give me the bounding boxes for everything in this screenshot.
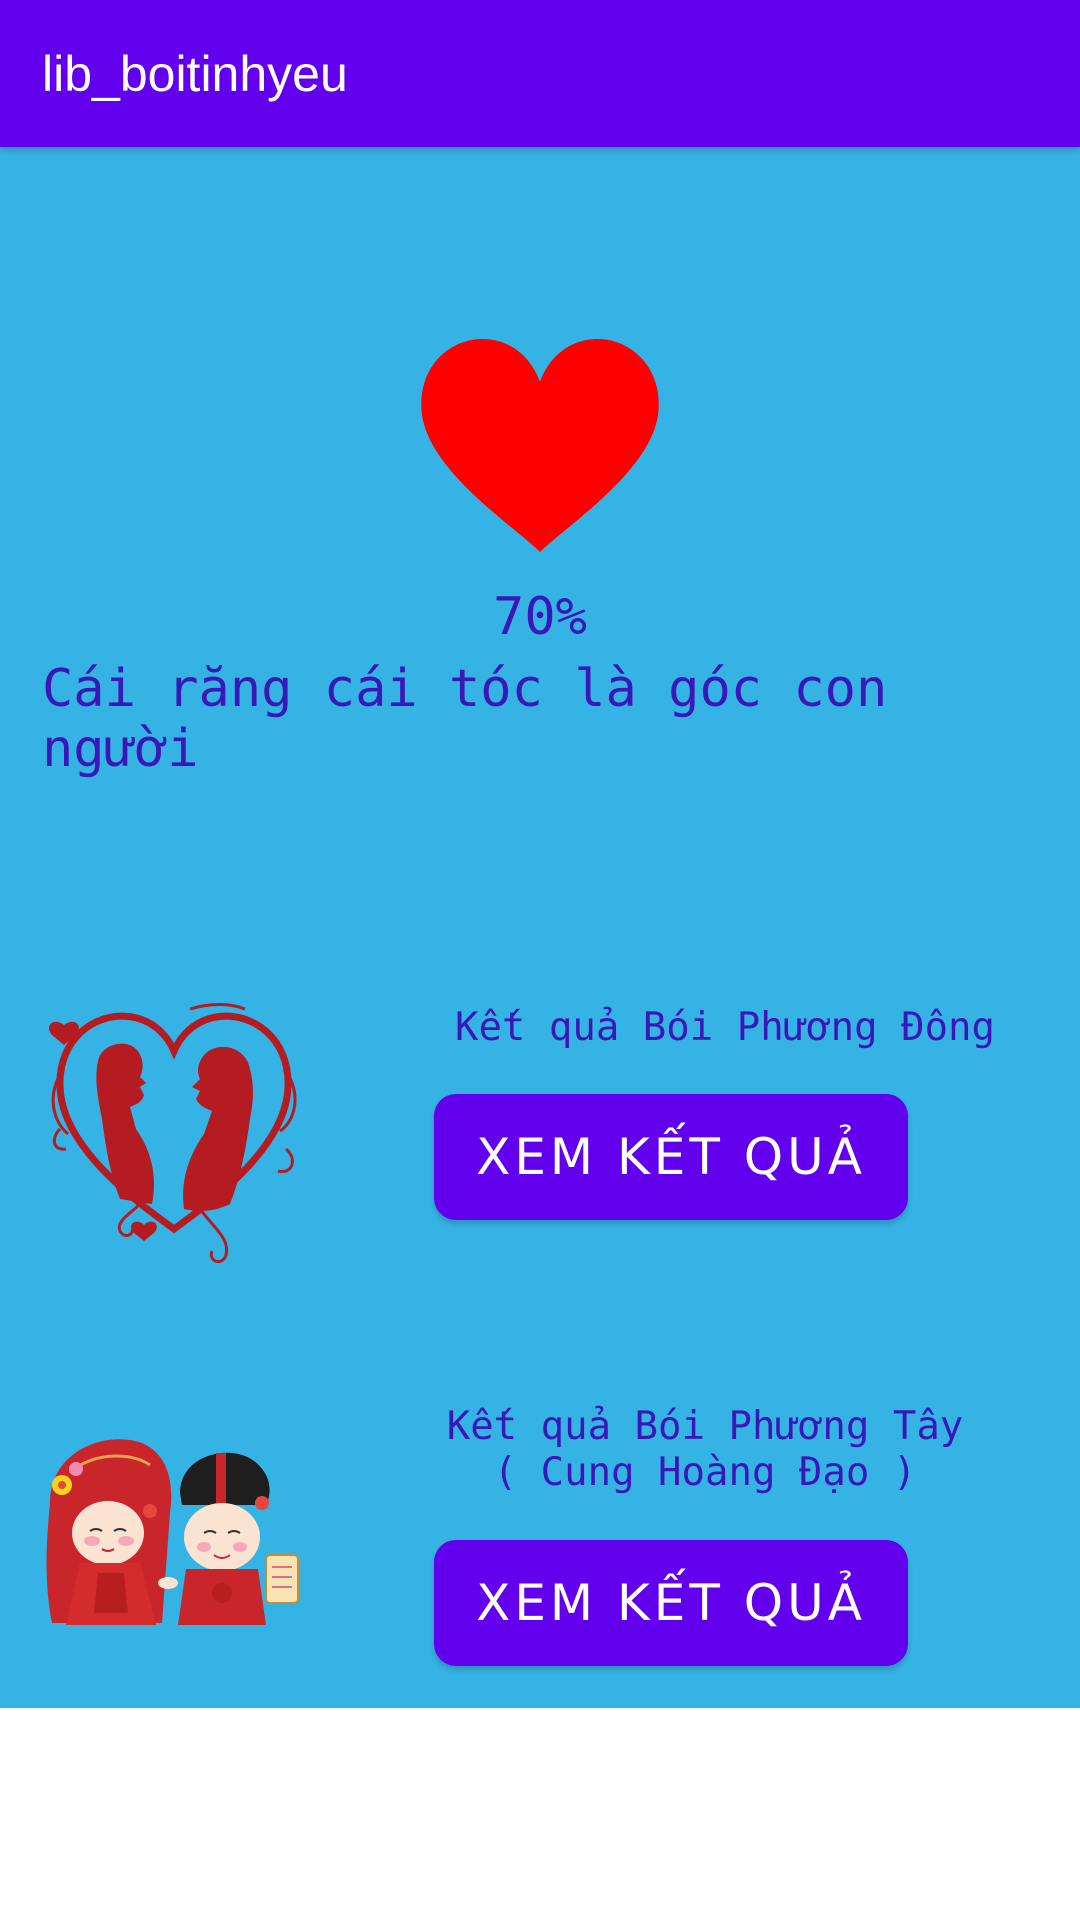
east-result-label: Kết quả Bói Phương Đông: [454, 1005, 996, 1050]
east-view-result-button[interactable]: XEM KẾT QUẢ: [434, 1094, 908, 1220]
app-bar: lib_boitinhyeu: [0, 0, 1080, 147]
heart-icon: [421, 339, 659, 552]
west-view-result-button[interactable]: XEM KẾT QUẢ: [434, 1540, 908, 1666]
kissing-couple-heart-image: [49, 1003, 297, 1264]
west-result-label: Kết quả Bói Phương Tây ( Cung Hoàng Đạo …: [446, 1404, 964, 1495]
wedding-couple-cartoon-image: [46, 1439, 299, 1625]
love-percent: 70%: [493, 587, 587, 647]
result-quote: Cái răng cái tóc là góc con người: [42, 659, 888, 779]
main-content: 70% Cái răng cái tóc là góc con người Kế…: [0, 147, 1080, 1708]
app-title: lib_boitinhyeu: [42, 46, 348, 102]
